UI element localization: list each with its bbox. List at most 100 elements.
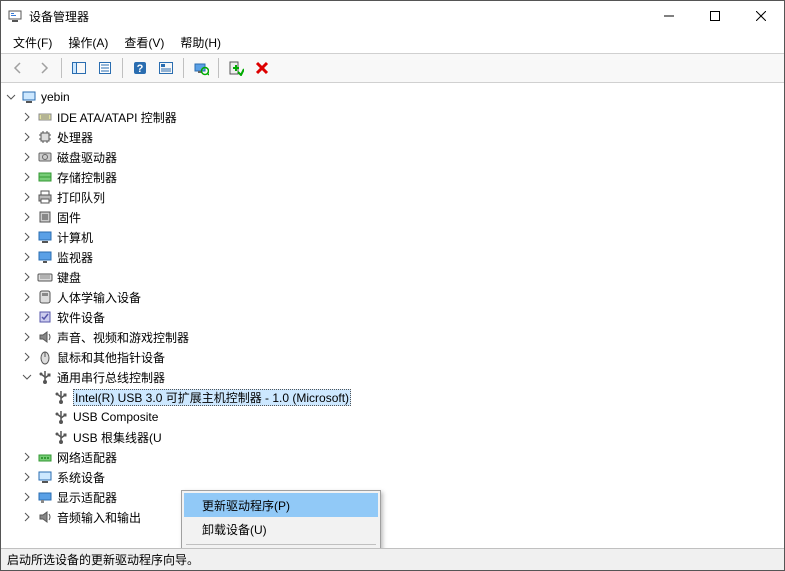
menubar: 文件(F) 操作(A) 查看(V) 帮助(H) (1, 31, 784, 53)
minimize-button[interactable] (646, 1, 692, 31)
disk-icon (37, 149, 53, 165)
expand-icon[interactable] (19, 289, 35, 305)
toolbar-forward-button (32, 56, 56, 80)
tree-device[interactable]: USB 根集线器(U (3, 427, 782, 447)
tree-category-usb[interactable]: 通用串行总线控制器 (3, 367, 782, 387)
menu-file[interactable]: 文件(F) (5, 32, 60, 53)
context-uninstall[interactable]: 卸载设备(U) (184, 517, 378, 541)
tree-category[interactable]: 网络适配器 (3, 447, 782, 467)
display-adapter-icon (37, 489, 53, 505)
tree-label: IDE ATA/ATAPI 控制器 (57, 109, 177, 126)
tree-root[interactable]: yebin (3, 87, 782, 107)
expand-icon[interactable] (19, 169, 35, 185)
expand-icon[interactable] (19, 209, 35, 225)
tree-label: 网络适配器 (57, 449, 117, 466)
toolbar-properties-button[interactable] (93, 56, 117, 80)
tree-device[interactable]: USB Composite (3, 407, 782, 427)
tree-category[interactable]: 打印队列 (3, 187, 782, 207)
expand-icon[interactable] (19, 229, 35, 245)
tree-device-selected[interactable]: Intel(R) USB 3.0 可扩展主机控制器 - 1.0 (Microso… (3, 387, 782, 407)
expand-icon[interactable] (19, 469, 35, 485)
statusbar-text: 启动所选设备的更新驱动程序向导。 (7, 551, 199, 568)
close-button[interactable] (738, 1, 784, 31)
tree-category[interactable]: 系统设备 (3, 467, 782, 487)
tree-category[interactable]: 人体学输入设备 (3, 287, 782, 307)
menu-action[interactable]: 操作(A) (60, 32, 116, 53)
toolbar-separator (183, 58, 184, 78)
tree-category[interactable]: 软件设备 (3, 307, 782, 327)
expand-icon[interactable] (19, 129, 35, 145)
tree-label: 处理器 (57, 129, 93, 146)
toolbar-separator (122, 58, 123, 78)
tree-label: 存储控制器 (57, 169, 117, 186)
computer-icon (21, 89, 37, 105)
toolbar-enable-button[interactable] (224, 56, 248, 80)
tree-category[interactable]: 鼠标和其他指针设备 (3, 347, 782, 367)
tree-category[interactable]: 处理器 (3, 127, 782, 147)
menu-help[interactable]: 帮助(H) (172, 32, 229, 53)
usb-icon (53, 429, 69, 445)
usb-icon (37, 369, 53, 385)
usb-icon (53, 409, 69, 425)
device-tree-pane[interactable]: yebin IDE ATA/ATAPI 控制器 处理器 磁盘驱动器 (1, 83, 784, 548)
toolbar-separator (218, 58, 219, 78)
tree-category[interactable]: 监视器 (3, 247, 782, 267)
collapse-icon[interactable] (3, 89, 19, 105)
expand-icon[interactable] (19, 449, 35, 465)
expand-icon[interactable] (19, 329, 35, 345)
tree-category[interactable]: 计算机 (3, 227, 782, 247)
context-item-label: 卸载设备(U) (202, 521, 267, 538)
menu-view[interactable]: 查看(V) (116, 32, 172, 53)
toolbar: ? (1, 53, 784, 83)
toolbar-separator (61, 58, 62, 78)
context-update-driver[interactable]: 更新驱动程序(P) (184, 493, 378, 517)
tree-category[interactable]: 固件 (3, 207, 782, 227)
expand-icon[interactable] (19, 149, 35, 165)
expand-icon[interactable] (19, 489, 35, 505)
tree-category[interactable]: IDE ATA/ATAPI 控制器 (3, 107, 782, 127)
tree-label: 软件设备 (57, 309, 105, 326)
computer-icon (37, 229, 53, 245)
toolbar-help-button[interactable]: ? (128, 56, 152, 80)
expand-icon[interactable] (19, 349, 35, 365)
storage-controller-icon (37, 169, 53, 185)
svg-text:?: ? (137, 63, 144, 75)
app-icon (7, 8, 23, 24)
tree-label: 键盘 (57, 269, 81, 286)
expand-icon[interactable] (19, 269, 35, 285)
system-device-icon (37, 469, 53, 485)
expand-icon[interactable] (19, 249, 35, 265)
expand-icon[interactable] (19, 109, 35, 125)
expand-icon[interactable] (19, 509, 35, 525)
tree-label: 计算机 (57, 229, 93, 246)
tree-category[interactable]: 键盘 (3, 267, 782, 287)
context-separator (186, 544, 376, 545)
toolbar-action-button[interactable] (154, 56, 178, 80)
tree-label: 声音、视频和游戏控制器 (57, 329, 189, 346)
expand-icon[interactable] (19, 309, 35, 325)
tree-label: 监视器 (57, 249, 93, 266)
maximize-button[interactable] (692, 1, 738, 31)
tree-label: 鼠标和其他指针设备 (57, 349, 165, 366)
tree-category[interactable]: 磁盘驱动器 (3, 147, 782, 167)
tree-label: USB 根集线器(U (73, 429, 162, 446)
toolbar-uninstall-button[interactable] (250, 56, 274, 80)
cpu-icon (37, 129, 53, 145)
tree-category[interactable]: 存储控制器 (3, 167, 782, 187)
audio-icon (37, 509, 53, 525)
collapse-icon[interactable] (19, 369, 35, 385)
tree-category[interactable]: 音频输入和输出 (3, 507, 782, 527)
context-menu: 更新驱动程序(P) 卸载设备(U) 扫描检测硬件改动(A) 属性(R) (181, 490, 381, 548)
tree-label: Intel(R) USB 3.0 可扩展主机控制器 - 1.0 (Microso… (73, 389, 351, 406)
context-item-label: 更新驱动程序(P) (202, 497, 290, 514)
tree-category[interactable]: 显示适配器 (3, 487, 782, 507)
software-device-icon (37, 309, 53, 325)
statusbar: 启动所选设备的更新驱动程序向导。 (1, 548, 784, 570)
expand-icon[interactable] (19, 189, 35, 205)
printer-icon (37, 189, 53, 205)
toolbar-show-hide-tree-button[interactable] (67, 56, 91, 80)
toolbar-scan-button[interactable] (189, 56, 213, 80)
network-icon (37, 449, 53, 465)
tree-label: 打印队列 (57, 189, 105, 206)
tree-category[interactable]: 声音、视频和游戏控制器 (3, 327, 782, 347)
